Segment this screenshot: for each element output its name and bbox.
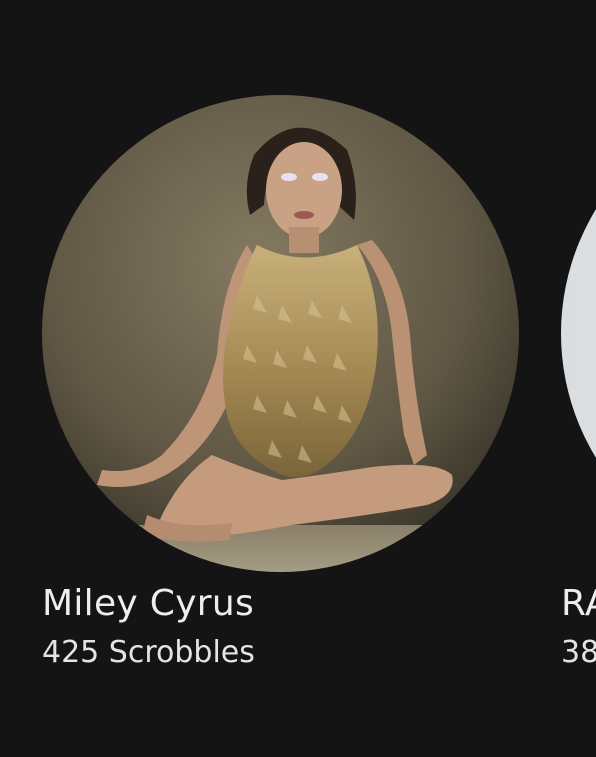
scrobble-count: 38	[561, 635, 596, 670]
artist-card[interactable]: RA 38	[561, 95, 596, 670]
artist-name[interactable]: RA	[561, 582, 596, 626]
artist-card[interactable]: Miley Cyrus 425 Scrobbles	[42, 95, 519, 670]
artist-photo	[42, 95, 519, 572]
top-artists-carousel[interactable]: Miley Cyrus 425 Scrobbles RA 38	[0, 0, 596, 757]
artist-name[interactable]: Miley Cyrus	[42, 582, 254, 626]
scrobble-count: 425 Scrobbles	[42, 635, 255, 670]
artist-avatar[interactable]	[42, 95, 519, 572]
artist-avatar[interactable]	[561, 95, 596, 572]
artist-photo	[561, 95, 596, 572]
